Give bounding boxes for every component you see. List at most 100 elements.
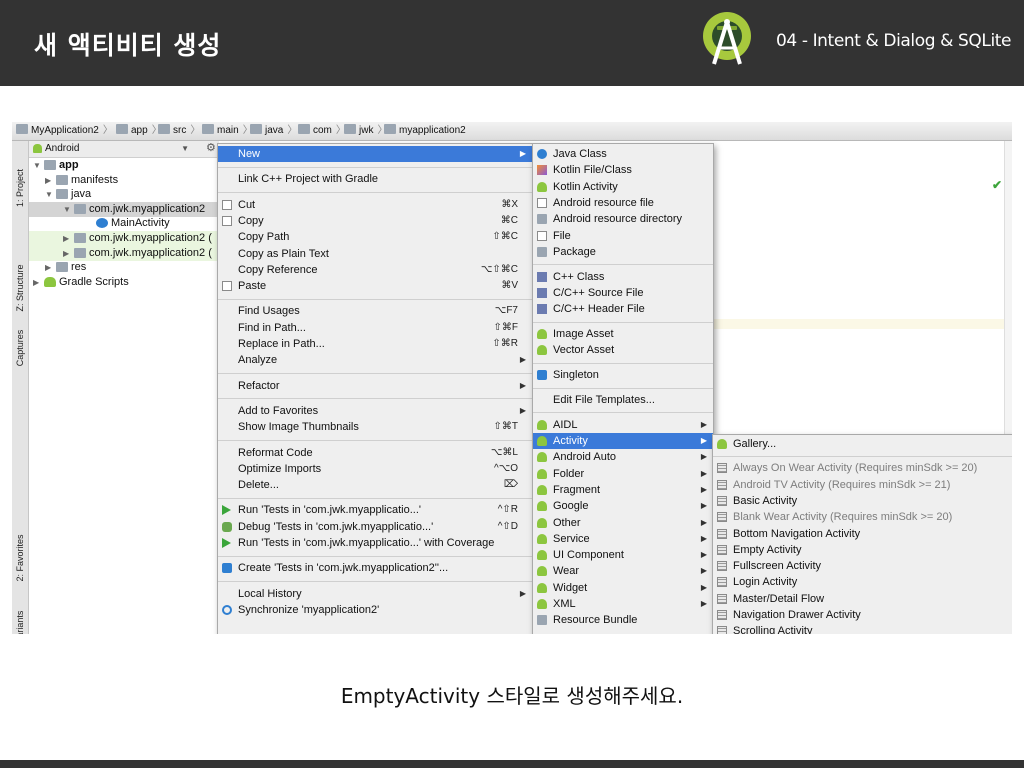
tree-item[interactable]: ▶ res bbox=[29, 260, 229, 275]
menu-item[interactable]: Other ▶ bbox=[533, 515, 713, 531]
menu-item[interactable]: File bbox=[533, 228, 713, 244]
breadcrumb-item[interactable]: myapplication2 bbox=[384, 124, 466, 138]
menu-item[interactable]: Cut ⌘X bbox=[218, 197, 532, 213]
expanded-arrow-icon[interactable]: ▼ bbox=[45, 187, 53, 202]
menu-item[interactable]: Android resource file bbox=[533, 195, 713, 211]
folder-icon bbox=[74, 233, 86, 243]
menu-item[interactable]: Folder ▶ bbox=[533, 466, 713, 482]
tree-item[interactable]: MainActivity bbox=[29, 216, 229, 231]
expanded-arrow-icon[interactable]: ▼ bbox=[63, 202, 71, 217]
tree-item[interactable]: ▶ com.jwk.myapplication2 ( bbox=[29, 245, 229, 261]
menu-item[interactable]: Show Image Thumbnails ⇧⌘T bbox=[218, 419, 532, 435]
menu-item[interactable]: Service ▶ bbox=[533, 531, 713, 547]
menu-item[interactable]: Java Class bbox=[533, 146, 713, 162]
menu-item[interactable]: Copy Reference ⌥⇧⌘C bbox=[218, 262, 532, 278]
menu-item[interactable]: Google ▶ bbox=[533, 498, 713, 514]
menu-item[interactable]: Analyze ▶ bbox=[218, 352, 532, 368]
collapsed-arrow-icon[interactable]: ▶ bbox=[45, 173, 51, 188]
breadcrumb-item[interactable]: java 〉 bbox=[250, 124, 297, 138]
menu-item[interactable]: Run 'Tests in 'com.jwk.myapplicatio...' ^… bbox=[218, 502, 532, 518]
menu-item[interactable]: Optimize Imports ^⌥O bbox=[218, 461, 532, 477]
menu-item[interactable]: Find Usages ⌥F7 bbox=[218, 303, 532, 319]
breadcrumb-item[interactable]: app 〉 bbox=[116, 124, 162, 138]
menu-item[interactable]: Vector Asset bbox=[533, 342, 713, 358]
breadcrumb-item[interactable]: jwk 〉 bbox=[344, 124, 387, 138]
breadcrumb-item[interactable]: main 〉 bbox=[202, 124, 253, 138]
menu-item[interactable]: Debug 'Tests in 'com.jwk.myapplicatio...… bbox=[218, 519, 532, 535]
menu-item[interactable]: Edit File Templates... bbox=[533, 392, 713, 408]
menu-item[interactable]: Delete... ⌦ bbox=[218, 477, 532, 493]
menu-item[interactable]: New ▶ bbox=[218, 146, 532, 163]
menu-item[interactable]: Paste ⌘V bbox=[218, 278, 532, 294]
menu-item[interactable]: Master/Detail Flow bbox=[713, 591, 1012, 607]
menu-item[interactable]: Wear ▶ bbox=[533, 563, 713, 579]
menu-item[interactable]: Image Asset bbox=[533, 326, 713, 342]
collapsed-arrow-icon[interactable]: ▶ bbox=[63, 231, 69, 246]
breadcrumb-item[interactable]: src 〉 bbox=[158, 124, 200, 138]
tree-item[interactable]: ▼ app bbox=[29, 158, 229, 173]
menu-item[interactable]: Fullscreen Activity bbox=[713, 558, 1012, 574]
menu-item[interactable]: Navigation Drawer Activity bbox=[713, 607, 1012, 623]
menu-item[interactable]: Local History ▶ bbox=[218, 586, 532, 602]
breadcrumb-item[interactable]: com 〉 bbox=[298, 124, 346, 138]
menu-item[interactable]: Empty Activity bbox=[713, 542, 1012, 558]
menu-item[interactable]: Add to Favorites ▶ bbox=[218, 403, 532, 419]
menu-item[interactable]: Kotlin File/Class bbox=[533, 162, 713, 178]
menu-item[interactable]: Android Auto ▶ bbox=[533, 449, 713, 465]
menu-item[interactable]: UI Component ▶ bbox=[533, 547, 713, 563]
menu-item[interactable]: Widget ▶ bbox=[533, 580, 713, 596]
menu-item[interactable]: Scrolling Activity bbox=[713, 623, 1012, 634]
tree-item[interactable]: ▶ manifests bbox=[29, 173, 229, 188]
menu-item[interactable]: Refactor ▶ bbox=[218, 378, 532, 394]
tree-item-label: MainActivity bbox=[111, 217, 170, 230]
menu-item[interactable]: Fragment ▶ bbox=[533, 482, 713, 498]
menu-item[interactable]: Link C++ Project with Gradle bbox=[218, 171, 532, 187]
menu-item[interactable]: AIDL ▶ bbox=[533, 417, 713, 433]
menu-item[interactable]: Copy ⌘C bbox=[218, 213, 532, 229]
tree-item[interactable]: ▶ com.jwk.myapplication2 ( bbox=[29, 231, 229, 246]
menu-item[interactable]: C/C++ Source File bbox=[533, 285, 713, 301]
menu-item[interactable]: Synchronize 'myapplication2' bbox=[218, 602, 532, 618]
project-view-selector[interactable]: Android ▼ bbox=[31, 142, 191, 155]
tree-item[interactable]: ▼ java bbox=[29, 187, 229, 202]
tree-item-label: Gradle Scripts bbox=[59, 275, 129, 288]
menu-item[interactable]: Reformat Code ⌥⌘L bbox=[218, 445, 532, 461]
menu-item[interactable]: Activity ▶ bbox=[533, 433, 713, 450]
menu-item[interactable]: C/C++ Header File bbox=[533, 301, 713, 317]
tab-captures[interactable]: Captures bbox=[13, 300, 27, 396]
tab-project[interactable]: 1: Project bbox=[13, 140, 27, 236]
menu-item[interactable]: Kotlin Activity bbox=[533, 179, 713, 195]
menu-item[interactable]: Login Activity bbox=[713, 574, 1012, 590]
menu-item[interactable]: Package bbox=[533, 244, 713, 260]
menu-item[interactable]: Copy as Plain Text bbox=[218, 246, 532, 262]
menu-item[interactable]: Create 'Tests in 'com.jwk.myapplication2… bbox=[218, 560, 532, 576]
menu-item[interactable]: Always On Wear Activity (Requires minSdk… bbox=[713, 460, 1012, 476]
menu-item[interactable]: Blank Wear Activity (Requires minSdk >= … bbox=[713, 509, 1012, 525]
menu-item[interactable]: Bottom Navigation Activity bbox=[713, 526, 1012, 542]
menu-item[interactable]: XML ▶ bbox=[533, 596, 713, 612]
collapsed-arrow-icon[interactable]: ▶ bbox=[63, 246, 69, 261]
menu-item[interactable]: Gallery... bbox=[713, 436, 1012, 452]
coverage-icon bbox=[222, 538, 231, 548]
menu-item[interactable]: Copy Path ⇧⌘C bbox=[218, 229, 532, 245]
breadcrumb-item[interactable]: MyApplication2 〉 bbox=[16, 124, 113, 138]
menu-item[interactable]: Replace in Path... ⇧⌘R bbox=[218, 336, 532, 352]
cpp-icon bbox=[537, 287, 547, 298]
menu-item-label: Synchronize 'myapplication2' bbox=[238, 603, 380, 616]
collapsed-arrow-icon[interactable]: ▶ bbox=[45, 260, 51, 275]
tab-build-variants[interactable]: Build Variants bbox=[13, 590, 27, 634]
menu-item[interactable]: Singleton bbox=[533, 367, 713, 383]
collapsed-arrow-icon[interactable]: ▶ bbox=[33, 275, 39, 290]
expanded-arrow-icon[interactable]: ▼ bbox=[33, 158, 41, 173]
menu-item[interactable]: Run 'Tests in 'com.jwk.myapplicatio...' … bbox=[218, 535, 532, 551]
menu-item-label: Android resource file bbox=[553, 196, 654, 209]
menu-item[interactable]: Find in Path... ⇧⌘F bbox=[218, 320, 532, 336]
tree-item[interactable]: ▼ com.jwk.myapplication2 bbox=[29, 201, 229, 217]
settings-gear-icon[interactable]: ⚙ bbox=[206, 141, 216, 154]
tree-item[interactable]: ▶ Gradle Scripts bbox=[29, 275, 229, 290]
menu-item[interactable]: Android TV Activity (Requires minSdk >= … bbox=[713, 477, 1012, 493]
menu-item[interactable]: C++ Class bbox=[533, 269, 713, 285]
menu-item[interactable]: Resource Bundle bbox=[533, 612, 713, 628]
menu-item[interactable]: Android resource directory bbox=[533, 211, 713, 227]
menu-item[interactable]: Basic Activity bbox=[713, 493, 1012, 509]
